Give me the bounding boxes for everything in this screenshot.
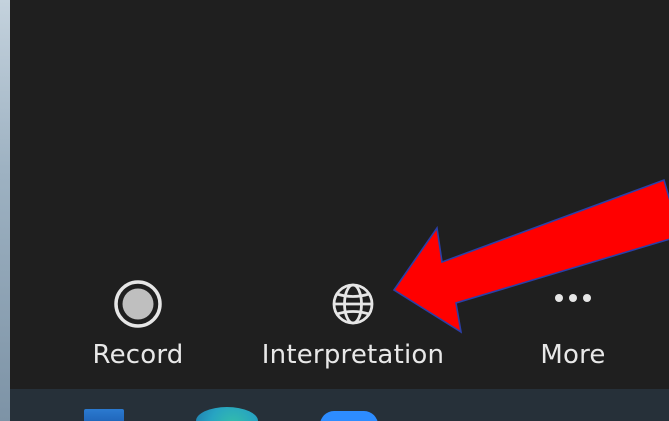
zoom-app-icon[interactable] [320,411,378,421]
record-icon [112,278,164,330]
ellipsis-icon [547,278,599,330]
edge-browser-icon[interactable] [196,407,258,421]
windows-start-icon[interactable] [84,409,124,421]
record-button[interactable]: Record [78,278,198,370]
windows-taskbar [10,389,669,421]
interpretation-label: Interpretation [261,340,445,370]
interpretation-button[interactable]: Interpretation [246,278,460,370]
globe-icon [327,278,379,330]
screenshot-stage: Record Interpretation More [0,0,669,421]
more-label: More [540,340,606,370]
meeting-controls-panel: Record Interpretation More [10,8,669,389]
desktop-background-edge [0,0,10,421]
record-label: Record [92,340,184,370]
more-button[interactable]: More [520,278,626,370]
